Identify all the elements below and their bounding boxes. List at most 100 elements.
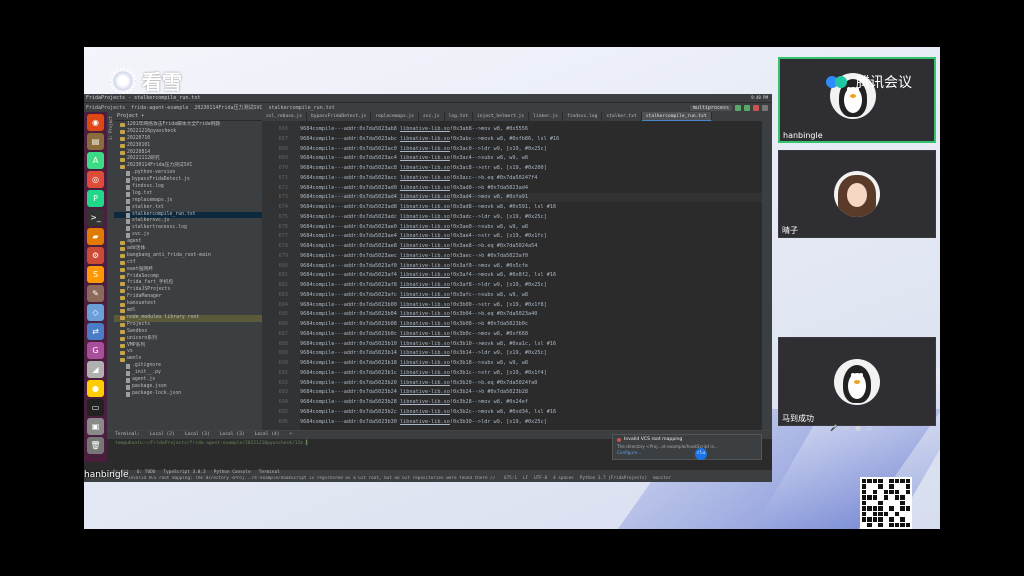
tree-folder[interactable]: kanxuetest xyxy=(114,301,262,308)
lib-link[interactable]: libnative-lib.so xyxy=(400,341,450,347)
tree-folder[interactable]: add活体 xyxy=(114,246,262,253)
tree-folder[interactable]: unicorn系列 xyxy=(114,336,262,343)
lib-link[interactable]: libnative-lib.so xyxy=(400,370,450,376)
terminal2-icon[interactable]: ▭ xyxy=(87,399,104,416)
lib-link[interactable]: libnative-lib.so xyxy=(400,136,450,142)
breadcrumb-file[interactable]: stalkercompile_run.txt xyxy=(269,105,335,111)
tree-file[interactable]: replacemaps.js xyxy=(114,198,262,205)
grid-icon[interactable]: ▦ xyxy=(855,425,861,432)
tree-file[interactable]: stalker.txt xyxy=(114,205,262,212)
lib-link[interactable]: libnative-lib.so xyxy=(400,399,450,405)
wireshark-icon[interactable]: ◢ xyxy=(87,361,104,378)
ubuntu-icon[interactable]: ◉ xyxy=(87,114,104,131)
lib-link[interactable]: libnative-lib.so xyxy=(400,155,450,161)
meeting-user-chip[interactable]: rlu xyxy=(695,448,707,460)
terminal-tab[interactable]: Local (3) xyxy=(185,431,210,439)
lib-link[interactable]: libnative-lib.so xyxy=(400,360,450,366)
breadcrumb-folder[interactable]: 20230114Frida压力测试SVC xyxy=(194,104,262,111)
run-icon[interactable] xyxy=(735,104,741,111)
status-monitor[interactable]: monitor xyxy=(653,476,671,482)
terminal-tab[interactable]: Local (4) xyxy=(255,431,280,439)
editor-tab[interactable]: stalkercompile_run.txt xyxy=(641,112,712,121)
genymotion-icon[interactable]: G xyxy=(87,342,104,359)
breadcrumb-project[interactable]: frida-agent-example xyxy=(131,105,188,111)
stop-icon[interactable] xyxy=(753,104,759,111)
editor-tab[interactable]: inject_helmert.js xyxy=(473,112,530,121)
lib-link[interactable]: libnative-lib.so xyxy=(400,389,450,395)
lib-link[interactable]: libnative-lib.so xyxy=(400,185,450,191)
status-position[interactable]: 675:1 xyxy=(504,476,517,482)
files-icon[interactable]: ▤ xyxy=(87,133,104,150)
status-indent[interactable]: 4 spaces xyxy=(553,476,574,482)
editor-tab[interactable]: linker.js xyxy=(529,112,563,121)
tree-folder[interactable]: Projects xyxy=(114,322,262,329)
participant-tile[interactable]: 马到成功 xyxy=(778,337,936,426)
tree-file[interactable]: findsvc.log xyxy=(114,184,262,191)
lib-link[interactable]: libnative-lib.so xyxy=(400,292,450,298)
more-icon[interactable]: ⋯ xyxy=(878,425,884,432)
terminal-tab[interactable]: Terminal: xyxy=(115,431,140,439)
tree-folder[interactable]: Sandbox xyxy=(114,329,262,336)
disk-icon[interactable]: ▣ xyxy=(87,418,104,435)
chrome-icon[interactable]: ◎ xyxy=(87,171,104,188)
lib-link[interactable]: libnative-lib.so xyxy=(400,282,450,288)
tree-folder[interactable]: mdl xyxy=(114,308,262,315)
lib-link[interactable]: libnative-lib.so xyxy=(400,350,450,356)
lib-link[interactable]: libnative-lib.so xyxy=(400,175,450,181)
participant-tile[interactable]: hanbingle xyxy=(778,57,936,143)
lib-link[interactable]: libnative-lib.so xyxy=(400,194,450,200)
lib-link[interactable]: libnative-lib.so xyxy=(400,380,450,386)
lib-link[interactable]: libnative-lib.so xyxy=(400,419,450,425)
status-message[interactable]: Invalid VCS root mapping: The directory … xyxy=(128,476,498,482)
tree-folder[interactable]: 20230101 xyxy=(114,143,262,150)
lib-link[interactable]: libnative-lib.so xyxy=(400,224,450,230)
video-icon[interactable]: ▭ xyxy=(844,425,850,432)
project-header[interactable]: Project ▾ xyxy=(114,112,262,121)
vscode-icon[interactable]: ◇ xyxy=(87,304,104,321)
lib-link[interactable]: libnative-lib.so xyxy=(400,146,450,152)
editor[interactable]: 666 9684compile---addr:0x7da5023ab8 libna… xyxy=(262,121,762,430)
terminal-tab[interactable]: Local (2) xyxy=(150,431,175,439)
tree-folder[interactable]: VMP系列 xyxy=(114,343,262,350)
run-config-select[interactable]: multiprocess xyxy=(689,104,732,111)
gimp-icon[interactable]: ✎ xyxy=(87,285,104,302)
status-encoding[interactable]: UTF-8 xyxy=(534,476,547,482)
lib-link[interactable]: libnative-lib.so xyxy=(400,263,450,269)
vcs-notification[interactable]: Invalid VCS root mapping The directory <… xyxy=(612,434,762,460)
terminal-icon[interactable]: >_ xyxy=(87,209,104,226)
tree-file[interactable]: package.json xyxy=(114,384,262,391)
editor-tab[interactable]: replacemaps.js xyxy=(371,112,420,121)
pycharm-icon[interactable]: P xyxy=(87,190,104,207)
editor-tab[interactable]: stalker.txt xyxy=(602,112,642,121)
android-studio-icon[interactable]: A xyxy=(87,152,104,169)
tree-folder[interactable]: eaet强网杯 xyxy=(114,267,262,274)
breadcrumb-root[interactable]: FridaProjects xyxy=(86,105,125,111)
lib-link[interactable]: libnative-lib.so xyxy=(400,233,450,239)
lib-link[interactable]: libnative-lib.so xyxy=(400,204,450,210)
lib-link[interactable]: libnative-lib.so xyxy=(400,311,450,317)
configure-link[interactable]: Configure... xyxy=(617,450,757,455)
search-icon[interactable] xyxy=(762,104,768,111)
folder-icon[interactable]: ▰ xyxy=(87,228,104,245)
editor-tab[interactable]: svc.js xyxy=(419,112,445,121)
tree-folder[interactable]: 20220710 xyxy=(114,136,262,143)
debug-icon[interactable] xyxy=(744,104,750,111)
status-interpreter[interactable]: Python 3.7 (FridaProjects) xyxy=(580,476,647,482)
tree-folder[interactable]: ctf xyxy=(114,260,262,267)
lib-link[interactable]: libnative-lib.so xyxy=(400,214,450,220)
sublime-icon[interactable]: S xyxy=(87,266,104,283)
pin-icon[interactable]: ⊡ xyxy=(867,425,872,432)
lib-link[interactable]: libnative-lib.so xyxy=(400,321,450,327)
tree-file[interactable]: package-lock.json xyxy=(114,391,262,398)
lib-link[interactable]: libnative-lib.so xyxy=(400,126,450,132)
lib-link[interactable]: libnative-lib.so xyxy=(400,409,450,415)
trash-icon[interactable]: 🗑 xyxy=(87,437,104,454)
participant-tile[interactable]: 晴子 xyxy=(778,150,936,238)
teamviewer-icon[interactable]: ⇄ xyxy=(87,323,104,340)
editor-tab[interactable]: findsvc.log xyxy=(563,112,603,121)
tree-folder[interactable]: 20221216pyascheck xyxy=(114,129,262,136)
tree-file[interactable]: bypassFridaDetect.js xyxy=(114,177,262,184)
lib-link[interactable]: libnative-lib.so xyxy=(400,243,450,249)
tree-folder[interactable]: node_modules library root xyxy=(114,314,262,322)
tree-file[interactable]: agent.js xyxy=(114,377,262,384)
